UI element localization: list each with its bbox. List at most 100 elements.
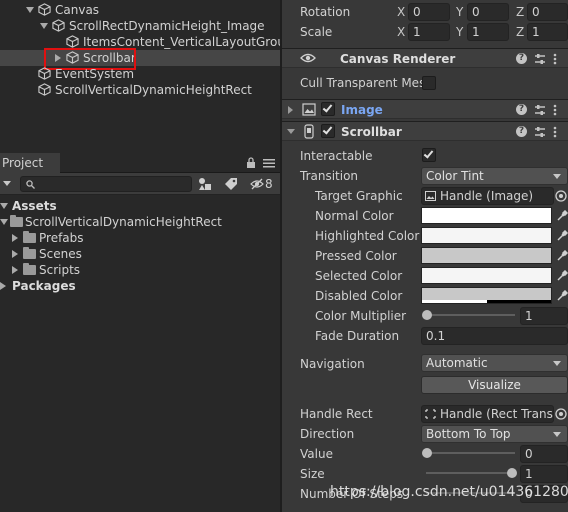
hierarchy-item-itemscontent[interactable]: ItemsContent_VerticalLayoutGroup <box>0 34 280 50</box>
hierarchy-item-label: ScrollVerticalDynamicHeightRect <box>55 83 252 97</box>
size-field[interactable]: 1 <box>520 465 568 483</box>
interactable-checkbox[interactable] <box>422 148 436 162</box>
cull-transparent-checkbox[interactable] <box>422 76 436 90</box>
create-dropdown-arrow-icon[interactable] <box>3 181 11 186</box>
fold-closed-icon[interactable] <box>12 250 18 258</box>
dropdown-value: Bottom To Top <box>426 427 511 441</box>
value-field[interactable]: 0 <box>520 445 568 463</box>
transition-dropdown[interactable]: Color Tint <box>421 167 568 185</box>
z-axis-label: Z <box>516 5 525 19</box>
more-options-icon[interactable] <box>553 126 557 138</box>
value-slider-thumb[interactable] <box>422 448 432 458</box>
visualize-button[interactable]: Visualize <box>421 376 568 394</box>
eyedropper-icon[interactable] <box>556 270 568 282</box>
fold-open-icon[interactable] <box>40 23 48 29</box>
presets-icon[interactable] <box>534 126 546 138</box>
filter-by-label-icon[interactable] <box>224 177 238 191</box>
highlighted-color-swatch[interactable] <box>421 227 552 244</box>
color-multiplier-field[interactable]: 1 <box>520 307 568 325</box>
scale-y-field[interactable]: 1 <box>467 23 509 41</box>
chevron-down-icon <box>553 432 561 437</box>
hierarchy-item-canvas[interactable]: Canvas <box>0 2 280 18</box>
y-axis-label: Y <box>456 25 464 39</box>
hierarchy-item-eventsystem[interactable]: EventSystem <box>0 66 280 82</box>
size-slider-thumb[interactable] <box>507 468 517 478</box>
hierarchy-item-scrollrect[interactable]: ScrollRectDynamicHeight_Image <box>0 18 280 34</box>
eyedropper-icon[interactable] <box>556 210 568 222</box>
z-axis-label: Z <box>516 25 525 39</box>
fold-open-icon[interactable] <box>0 219 8 225</box>
disabled-color-swatch[interactable] <box>421 287 552 304</box>
image-enabled-checkbox[interactable] <box>321 102 335 116</box>
project-item-scripts[interactable]: Scripts <box>0 262 280 278</box>
rotation-x-field[interactable]: 0 <box>408 3 450 21</box>
object-picker-icon[interactable] <box>555 408 567 420</box>
rotation-z-field[interactable]: 0 <box>527 3 568 21</box>
x-axis-label: X <box>397 25 406 39</box>
hidden-packages-icon[interactable] <box>250 178 264 190</box>
eyedropper-icon[interactable] <box>556 230 568 242</box>
hierarchy-item-scrollbar[interactable]: Scrollbar <box>0 50 280 66</box>
filter-by-type-icon[interactable] <box>198 177 212 191</box>
hierarchy-item-scrollvertical[interactable]: ScrollVerticalDynamicHeightRect <box>0 82 280 98</box>
help-icon[interactable]: ? <box>516 104 527 115</box>
fold-closed-icon[interactable] <box>0 282 6 290</box>
target-graphic-field[interactable]: Handle (Image) <box>421 187 554 205</box>
project-item-label: Scenes <box>39 247 82 261</box>
more-options-icon[interactable] <box>553 104 557 116</box>
kebab-menu-icon[interactable] <box>263 158 275 168</box>
eyedropper-icon[interactable] <box>556 290 568 302</box>
component-title: Scrollbar <box>341 125 402 139</box>
fade-duration-field[interactable]: 0.1 <box>421 327 568 345</box>
object-picker-icon[interactable] <box>555 190 567 202</box>
target-graphic-label: Target Graphic <box>315 189 403 203</box>
dropdown-value: Color Tint <box>426 169 484 183</box>
alpha-bar <box>422 300 487 303</box>
presets-icon[interactable] <box>534 53 546 65</box>
scale-label: Scale <box>300 25 333 39</box>
size-slider-track[interactable] <box>426 472 515 474</box>
fold-open-icon[interactable] <box>287 129 295 134</box>
direction-dropdown[interactable]: Bottom To Top <box>421 425 568 443</box>
search-input[interactable] <box>20 176 192 192</box>
hierarchy-panel: Canvas ScrollRectDynamicHeight_Image Ite… <box>0 0 280 153</box>
project-item-scenes[interactable]: Scenes <box>0 246 280 262</box>
fade-duration-label: Fade Duration <box>315 329 400 343</box>
scale-x-field[interactable]: 1 <box>408 23 450 41</box>
more-options-icon[interactable] <box>553 53 557 65</box>
eyedropper-icon[interactable] <box>556 250 568 262</box>
lock-icon[interactable] <box>246 157 256 169</box>
pressed-color-swatch[interactable] <box>421 247 552 264</box>
fold-closed-icon[interactable] <box>12 266 18 274</box>
fold-closed-icon[interactable] <box>288 106 293 114</box>
direction-label: Direction <box>300 427 355 441</box>
handle-rect-field[interactable]: Handle (Rect Transfo <box>421 405 554 423</box>
pressed-color-label: Pressed Color <box>315 249 397 263</box>
scale-z-field[interactable]: 1 <box>527 23 568 41</box>
fold-open-icon[interactable] <box>26 7 34 13</box>
image-component-header[interactable]: Image ? <box>282 99 568 119</box>
project-item-prefabs[interactable]: Prefabs <box>0 230 280 246</box>
tab-project[interactable]: Project <box>0 153 60 173</box>
scrollbar-enabled-checkbox[interactable] <box>321 124 335 138</box>
help-icon[interactable]: ? <box>516 53 527 64</box>
value-slider-track[interactable] <box>426 452 515 454</box>
color-multiplier-slider-track[interactable] <box>426 314 515 316</box>
fold-open-icon[interactable] <box>0 203 8 209</box>
color-multiplier-slider-thumb[interactable] <box>422 310 432 320</box>
fold-closed-icon[interactable] <box>12 234 18 242</box>
rotation-y-field[interactable]: 0 <box>467 3 509 21</box>
navigation-dropdown[interactable]: Automatic <box>421 354 568 372</box>
selected-color-swatch[interactable] <box>421 267 552 284</box>
image-icon <box>302 103 316 116</box>
help-icon[interactable]: ? <box>516 126 527 137</box>
project-item-assets[interactable]: Assets <box>0 198 280 214</box>
project-item-packages[interactable]: Packages <box>0 278 280 294</box>
presets-icon[interactable] <box>534 104 546 116</box>
size-label: Size <box>300 467 325 481</box>
scrollbar-component-header[interactable]: Scrollbar ? <box>282 121 568 141</box>
project-item-scrollvertical-folder[interactable]: ScrollVerticalDynamicHeightRect <box>0 214 280 230</box>
normal-color-swatch[interactable] <box>421 207 552 224</box>
canvas-renderer-header[interactable]: Canvas Renderer ? <box>282 48 568 68</box>
field-value: Handle (Image) <box>440 189 534 203</box>
